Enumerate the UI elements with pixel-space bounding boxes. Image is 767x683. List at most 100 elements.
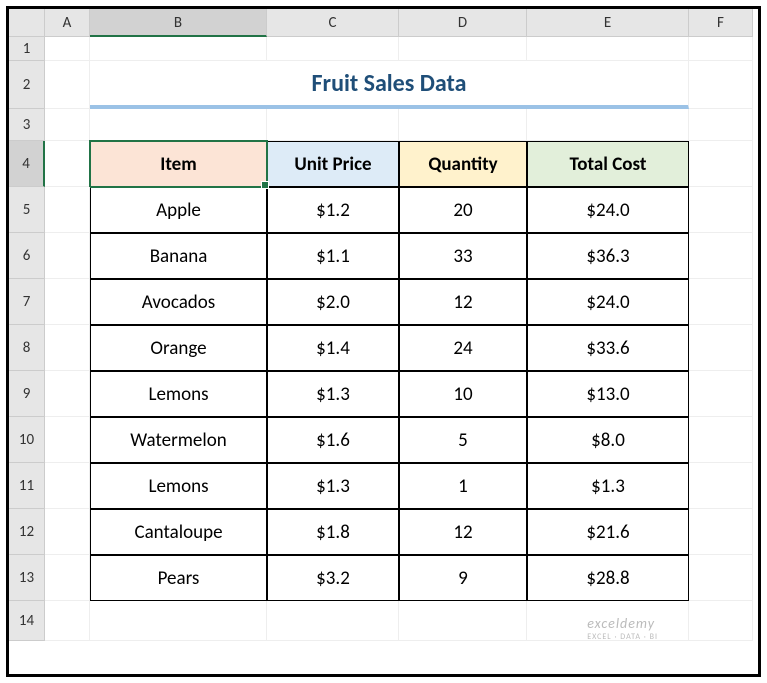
cell-F12[interactable] — [689, 509, 753, 555]
header-quantity[interactable]: Quantity — [399, 141, 527, 187]
cell-D1[interactable] — [399, 37, 527, 61]
data-cell-D11[interactable]: 1 — [399, 463, 527, 509]
cell-F11[interactable] — [689, 463, 753, 509]
col-header-C[interactable]: C — [267, 9, 399, 37]
cell-E1[interactable] — [527, 37, 689, 61]
cell-B14[interactable] — [90, 601, 267, 641]
cell-A8[interactable] — [45, 325, 90, 371]
row-header-3[interactable]: 3 — [9, 109, 45, 141]
col-header-E[interactable]: E — [527, 9, 689, 37]
cell-F6[interactable] — [689, 233, 753, 279]
col-header-B[interactable]: B — [90, 9, 267, 37]
data-cell-E10[interactable]: $8.0 — [527, 417, 689, 463]
data-cell-B13[interactable]: Pears — [90, 555, 267, 601]
cell-F2[interactable] — [689, 61, 753, 109]
data-cell-D8[interactable]: 24 — [399, 325, 527, 371]
row-header-5[interactable]: 5 — [9, 187, 45, 233]
cell-B1[interactable] — [90, 37, 267, 61]
row-header-7[interactable]: 7 — [9, 279, 45, 325]
data-cell-E11[interactable]: $1.3 — [527, 463, 689, 509]
data-cell-E9[interactable]: $13.0 — [527, 371, 689, 417]
cell-F8[interactable] — [689, 325, 753, 371]
row-header-6[interactable]: 6 — [9, 233, 45, 279]
data-cell-B8[interactable]: Orange — [90, 325, 267, 371]
data-cell-C12[interactable]: $1.8 — [267, 509, 399, 555]
data-cell-B9[interactable]: Lemons — [90, 371, 267, 417]
cell-C14[interactable] — [267, 601, 399, 641]
data-cell-C5[interactable]: $1.2 — [267, 187, 399, 233]
data-cell-C11[interactable]: $1.3 — [267, 463, 399, 509]
cell-A3[interactable] — [45, 109, 90, 141]
data-cell-E8[interactable]: $33.6 — [527, 325, 689, 371]
cell-A1[interactable] — [45, 37, 90, 61]
cell-A10[interactable] — [45, 417, 90, 463]
data-cell-D13[interactable]: 9 — [399, 555, 527, 601]
data-cell-C7[interactable]: $2.0 — [267, 279, 399, 325]
row-header-10[interactable]: 10 — [9, 417, 45, 463]
cell-F5[interactable] — [689, 187, 753, 233]
cell-F13[interactable] — [689, 555, 753, 601]
data-cell-B6[interactable]: Banana — [90, 233, 267, 279]
cell-A11[interactable] — [45, 463, 90, 509]
cell-F9[interactable] — [689, 371, 753, 417]
title-cell[interactable]: Fruit Sales Data — [90, 61, 689, 109]
data-cell-C8[interactable]: $1.4 — [267, 325, 399, 371]
data-cell-E5[interactable]: $24.0 — [527, 187, 689, 233]
cell-C1[interactable] — [267, 37, 399, 61]
data-cell-E6[interactable]: $36.3 — [527, 233, 689, 279]
spreadsheet-grid[interactable]: ABCDEF12Fruit Sales Data34ItemUnit Price… — [9, 9, 758, 641]
row-header-11[interactable]: 11 — [9, 463, 45, 509]
cell-A5[interactable] — [45, 187, 90, 233]
row-header-4[interactable]: 4 — [9, 141, 45, 187]
cell-C3[interactable] — [267, 109, 399, 141]
row-header-2[interactable]: 2 — [9, 61, 45, 109]
cell-A12[interactable] — [45, 509, 90, 555]
cell-A13[interactable] — [45, 555, 90, 601]
header-total-cost[interactable]: Total Cost — [527, 141, 689, 187]
data-cell-D6[interactable]: 33 — [399, 233, 527, 279]
data-cell-B10[interactable]: Watermelon — [90, 417, 267, 463]
row-header-14[interactable]: 14 — [9, 601, 45, 641]
header-item[interactable]: Item — [90, 141, 267, 187]
row-header-1[interactable]: 1 — [9, 37, 45, 61]
cell-A6[interactable] — [45, 233, 90, 279]
data-cell-E13[interactable]: $28.8 — [527, 555, 689, 601]
data-cell-D9[interactable]: 10 — [399, 371, 527, 417]
col-header-D[interactable]: D — [399, 9, 527, 37]
row-header-12[interactable]: 12 — [9, 509, 45, 555]
cell-A4[interactable] — [45, 141, 90, 187]
cell-F10[interactable] — [689, 417, 753, 463]
data-cell-B7[interactable]: Avocados — [90, 279, 267, 325]
cell-B3[interactable] — [90, 109, 267, 141]
row-header-8[interactable]: 8 — [9, 325, 45, 371]
cell-A7[interactable] — [45, 279, 90, 325]
data-cell-E12[interactable]: $21.6 — [527, 509, 689, 555]
cell-F1[interactable] — [689, 37, 753, 61]
cell-F7[interactable] — [689, 279, 753, 325]
data-cell-E7[interactable]: $24.0 — [527, 279, 689, 325]
header-unit-price[interactable]: Unit Price — [267, 141, 399, 187]
data-cell-D10[interactable]: 5 — [399, 417, 527, 463]
data-cell-D5[interactable]: 20 — [399, 187, 527, 233]
row-header-13[interactable]: 13 — [9, 555, 45, 601]
data-cell-B11[interactable]: Lemons — [90, 463, 267, 509]
data-cell-C9[interactable]: $1.3 — [267, 371, 399, 417]
cell-E3[interactable] — [527, 109, 689, 141]
data-cell-C13[interactable]: $3.2 — [267, 555, 399, 601]
cell-A9[interactable] — [45, 371, 90, 417]
cell-F3[interactable] — [689, 109, 753, 141]
data-cell-B12[interactable]: Cantaloupe — [90, 509, 267, 555]
col-header-A[interactable]: A — [45, 9, 90, 37]
data-cell-D7[interactable]: 12 — [399, 279, 527, 325]
cell-F14[interactable] — [689, 601, 753, 641]
cell-D14[interactable] — [399, 601, 527, 641]
cell-F4[interactable] — [689, 141, 753, 187]
data-cell-D12[interactable]: 12 — [399, 509, 527, 555]
select-all-corner[interactable] — [9, 9, 45, 37]
cell-D3[interactable] — [399, 109, 527, 141]
row-header-9[interactable]: 9 — [9, 371, 45, 417]
data-cell-C10[interactable]: $1.6 — [267, 417, 399, 463]
col-header-F[interactable]: F — [689, 9, 753, 37]
data-cell-B5[interactable]: Apple — [90, 187, 267, 233]
cell-A14[interactable] — [45, 601, 90, 641]
